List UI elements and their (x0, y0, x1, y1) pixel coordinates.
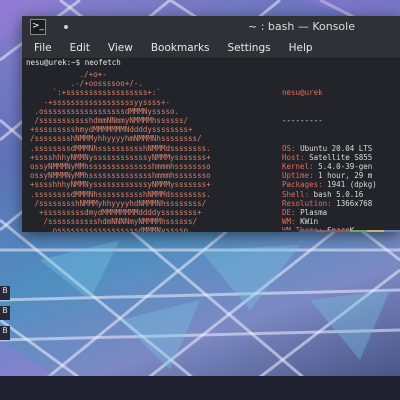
info-row: Host: Satellite S855 (282, 153, 377, 162)
window-title: ~ : bash — Konsole (248, 20, 355, 33)
palette-swatch (384, 230, 400, 232)
ascii-line: +sssshhhyNMMNyssssssssssssyNMMMysssssss+ (30, 180, 211, 190)
user-host: nesu@urek (282, 88, 323, 98)
info-value: 1941 (dpkg) (327, 180, 377, 190)
ascii-line: .ossssssssssssssssssdMMMNysssso. (30, 106, 180, 116)
terminal-icon[interactable]: >_ (30, 19, 46, 35)
menu-settings[interactable]: Settings (228, 42, 271, 54)
info-row: WM: KWin (282, 217, 377, 226)
palette-swatch (350, 230, 367, 232)
ascii-line: ossyNMMMNyMMhsssssssssssssshmmmhssssssso (30, 162, 211, 172)
ascii-line: -+ssssssssssssssssssyyssss+- (30, 97, 170, 107)
system-info: nesu@urek --------- OS: Ubuntu 20.04 LTS… (282, 70, 377, 232)
info-key: Kernel: (282, 162, 319, 172)
ascii-line: `:+ssssssssssssssssss+:` (30, 88, 161, 98)
info-value: Satellite S855 (309, 152, 373, 162)
ascii-line: .ssssssssdMMMNhsssssssssshNMMMdssssssss. (30, 189, 211, 199)
color-palette (282, 230, 400, 232)
window-titlebar[interactable]: >_ ~ : bash — Konsole (22, 16, 400, 38)
ascii-line: /sssssssshNMMMyhhyyyyhmNMMMNhssssssss/ (30, 134, 202, 144)
menu-help[interactable]: Help (289, 42, 313, 54)
bottom-panel (0, 376, 400, 400)
info-value: 1366x768 (336, 198, 373, 208)
info-row: Uptime: 1 hour, 29 m (282, 171, 377, 180)
side-widget-1[interactable]: B (0, 286, 10, 300)
info-value: bash 5.0.16 (313, 189, 364, 199)
menu-file[interactable]: File (34, 42, 52, 54)
palette-swatch (333, 230, 350, 232)
ascii-line: ./+o+- (30, 70, 107, 79)
menu-edit[interactable]: Edit (70, 42, 90, 54)
konsole-window[interactable]: >_ ~ : bash — Konsole File Edit View Boo… (22, 16, 400, 232)
pin-icon[interactable] (64, 25, 68, 29)
info-key: Host: (282, 152, 310, 162)
ascii-line: +ssssssssshmydMMMMMMMNddddyssssssss+ (30, 125, 193, 135)
menu-bar: File Edit View Bookmarks Settings Help (22, 38, 400, 59)
info-value: 5.4.0-39-gen (318, 162, 373, 172)
info-key: Shell: (282, 189, 314, 199)
info-key: WM: (282, 217, 301, 227)
info-row: Packages: 1941 (dpkg) (282, 180, 377, 189)
command-prompt: nesu@urek:~$ neofetch (26, 58, 121, 67)
side-widget-3[interactable]: B (0, 326, 10, 340)
ascii-line: .-/+oossssoo+/-. (30, 79, 143, 89)
terminal-area[interactable]: nesu@urek:~$ neofetch ./+o+- .-/+oosssso… (22, 58, 400, 232)
info-row: Shell: bash 5.0.16 (282, 190, 377, 199)
ascii-line: /ssssssssssshdmNNNNmyNMMMMhssssss/ (30, 217, 198, 227)
header-rule: --------- (282, 116, 323, 126)
ascii-line: +sssshhhyNMMNyssssssssssssyNMMMysssssss+ (30, 152, 211, 162)
ascii-line: .ssssssssdMMMNhsssssssssshNMMMdssssssss. (30, 143, 211, 153)
info-value: Plasma (300, 208, 328, 218)
menu-view[interactable]: View (108, 42, 133, 54)
menu-bookmarks[interactable]: Bookmarks (151, 42, 210, 54)
palette-swatch (367, 230, 384, 232)
info-value: Ubuntu 20.04 LTS (300, 143, 373, 153)
ubuntu-ascii-logo: ./+o+- .-/+oossssoo+/-. `:+sssssssssssss… (30, 70, 211, 232)
palette-swatch (282, 230, 299, 232)
ascii-line: /ssssssssssshdmmNNmmyNMMMMhssssss/ (30, 116, 189, 126)
ascii-line: /sssssssshNMMMyhhyyyyhdNMMMNhssssssss/ (30, 198, 207, 208)
info-key: Uptime: (282, 171, 319, 181)
info-row: Kernel: 5.4.0-39-gen (282, 162, 377, 171)
ascii-line: +sssssssssdmydMMMMMMMMddddyssssssss+ (30, 208, 202, 218)
side-widget-2[interactable]: B (0, 306, 10, 320)
info-key: Packages: (282, 180, 328, 190)
info-key: OS: (282, 143, 301, 153)
ascii-line: ossyNMMMNyMMhsssssssssssssshmmmhssssssso (30, 171, 211, 181)
palette-swatch (316, 230, 333, 232)
ascii-line: .ossssssssssssssssssdMMMNysssso. (30, 226, 193, 232)
info-value: 1 hour, 29 m (318, 171, 373, 181)
info-key: DE: (282, 208, 301, 218)
info-key: Resolution: (282, 198, 337, 208)
info-row: DE: Plasma (282, 208, 377, 217)
info-row: Resolution: 1366x768 (282, 199, 377, 208)
palette-swatch (299, 230, 316, 232)
info-row: OS: Ubuntu 20.04 LTS (282, 144, 377, 153)
info-value: KWin (300, 217, 319, 227)
